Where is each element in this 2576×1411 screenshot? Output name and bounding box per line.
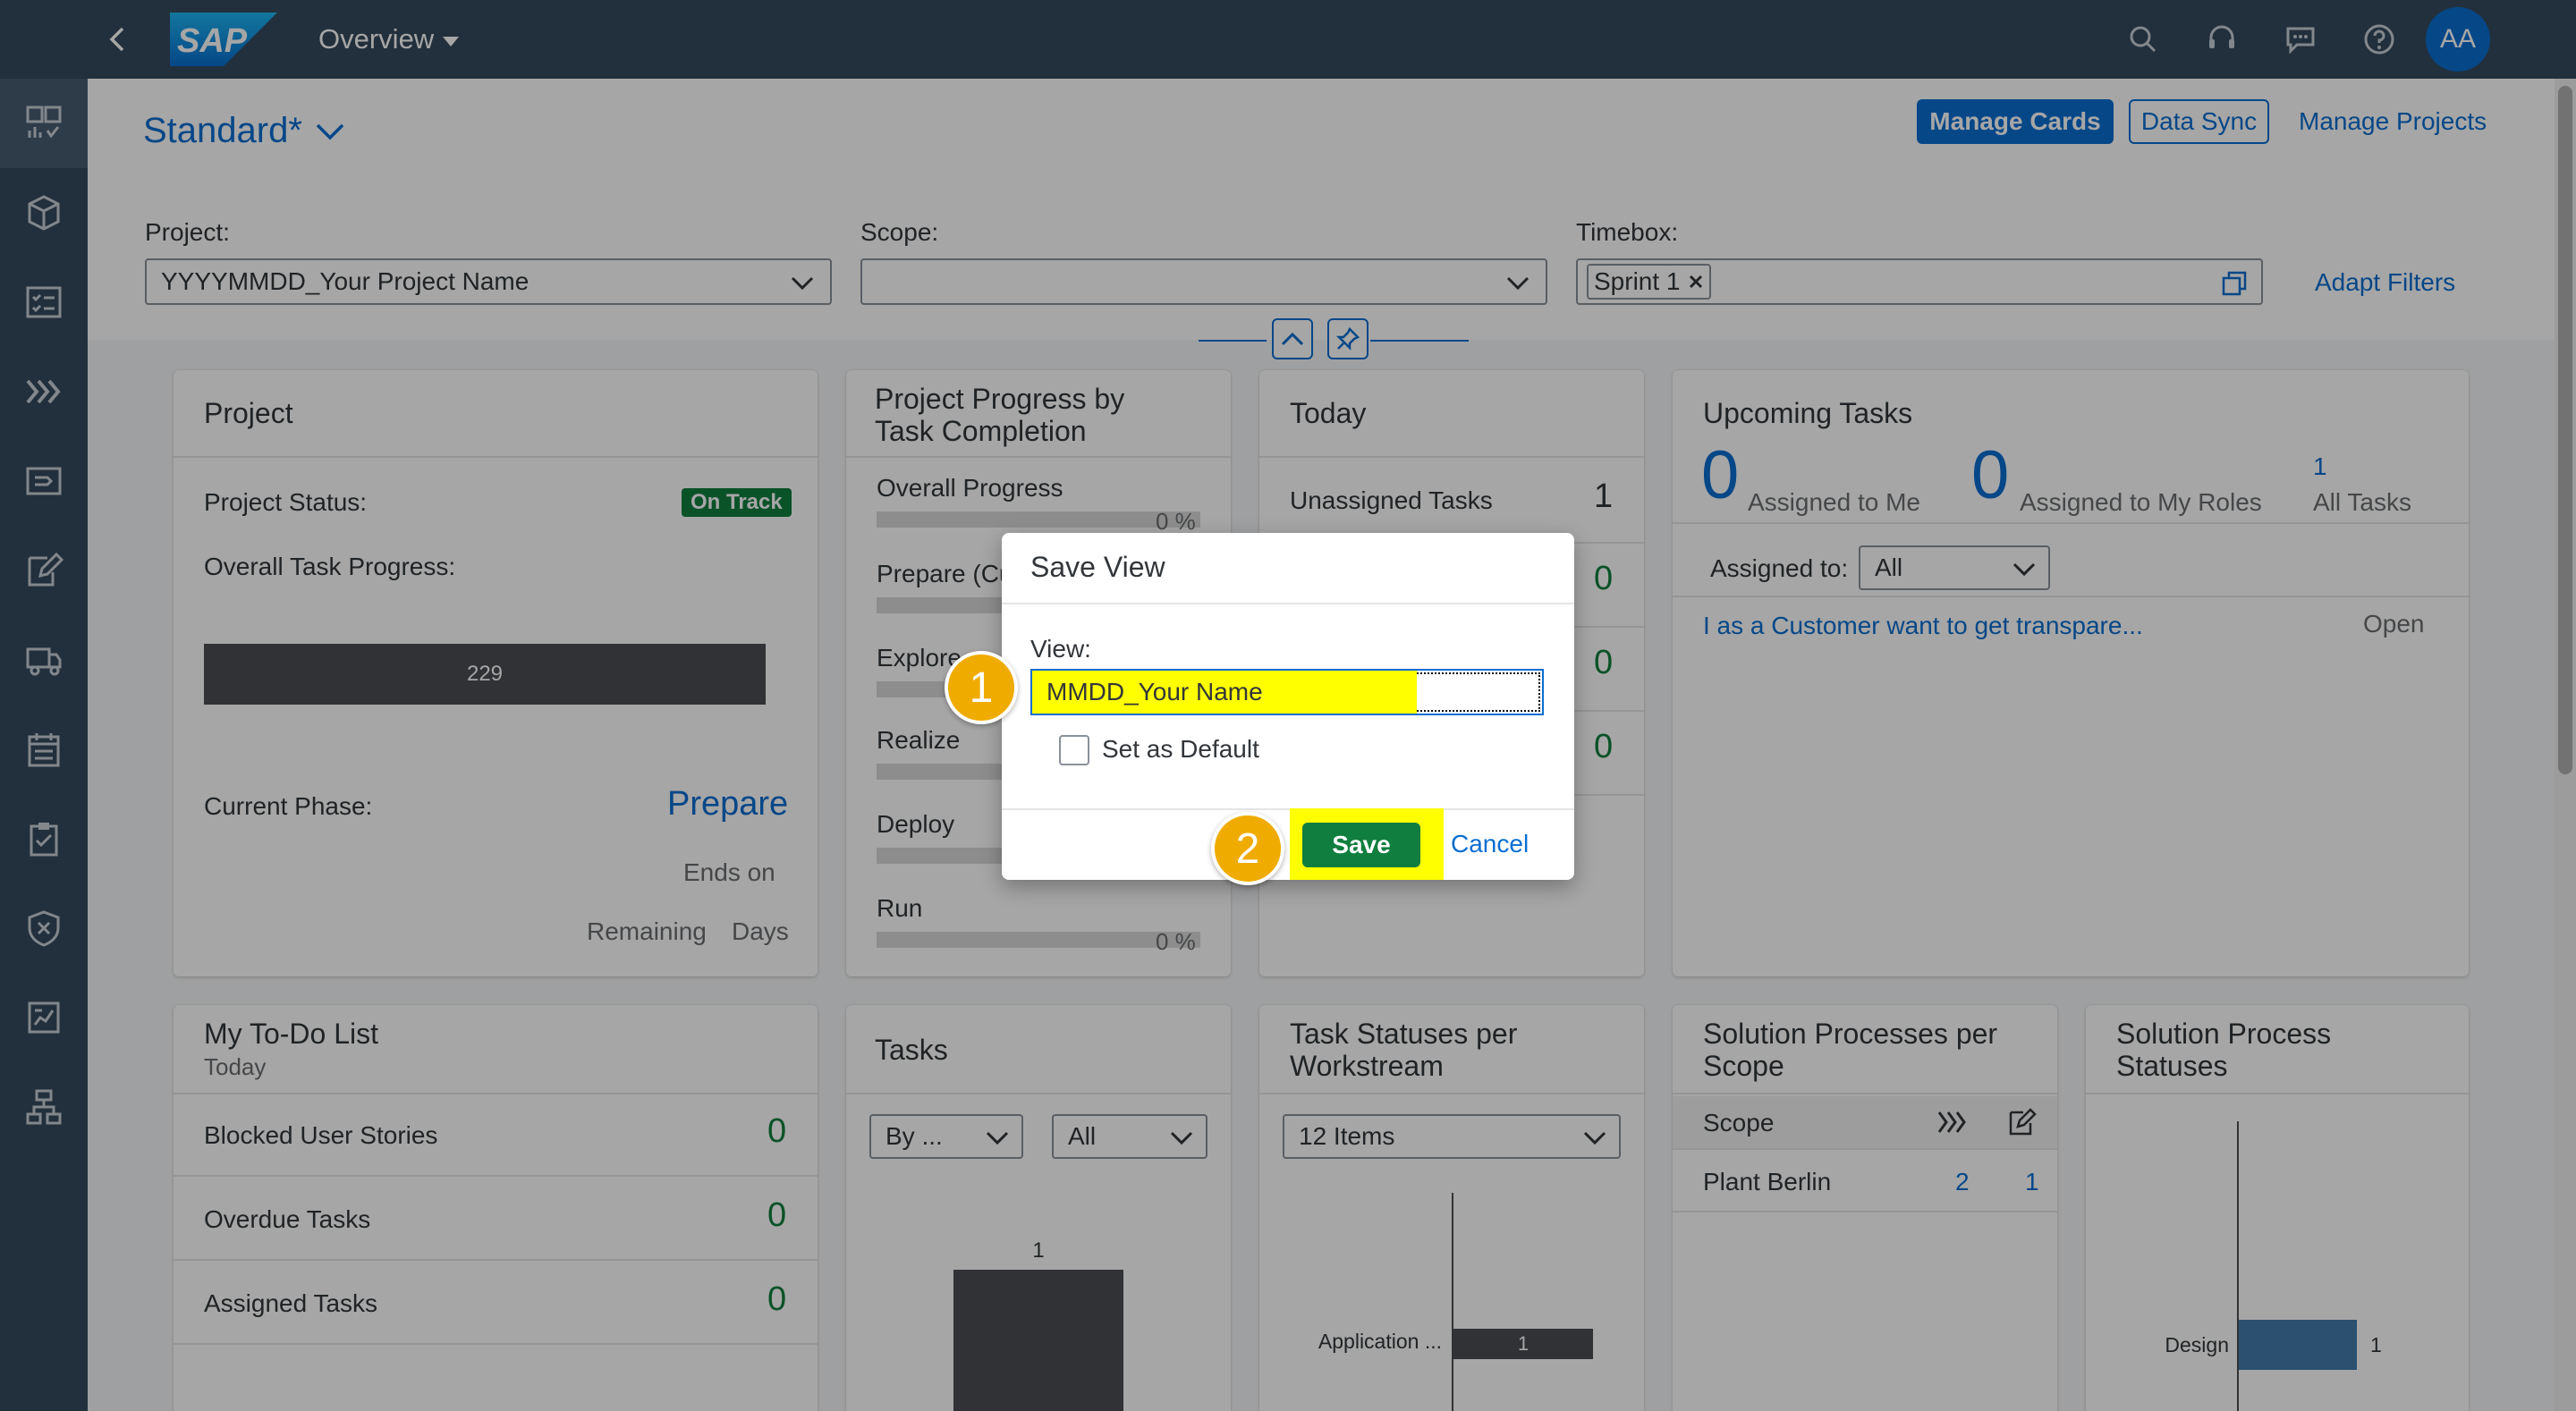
set-as-default-label[interactable]: Set as Default: [1102, 735, 1259, 764]
save-button[interactable]: Save: [1302, 823, 1420, 867]
save-view-dialog: Save View View: Set as Default Save Canc…: [1002, 533, 1574, 880]
step-marker: 2: [1211, 812, 1284, 885]
view-name-input[interactable]: [1032, 671, 1542, 714]
dialog-footer-divider: [1002, 808, 1574, 810]
dialog-title: Save View: [1030, 551, 1165, 583]
view-name-field[interactable]: [1030, 669, 1544, 715]
step-marker: 1: [945, 651, 1018, 724]
cancel-button[interactable]: Cancel: [1451, 830, 1529, 858]
set-as-default-checkbox[interactable]: [1059, 735, 1089, 765]
view-label: View:: [1030, 635, 1091, 663]
